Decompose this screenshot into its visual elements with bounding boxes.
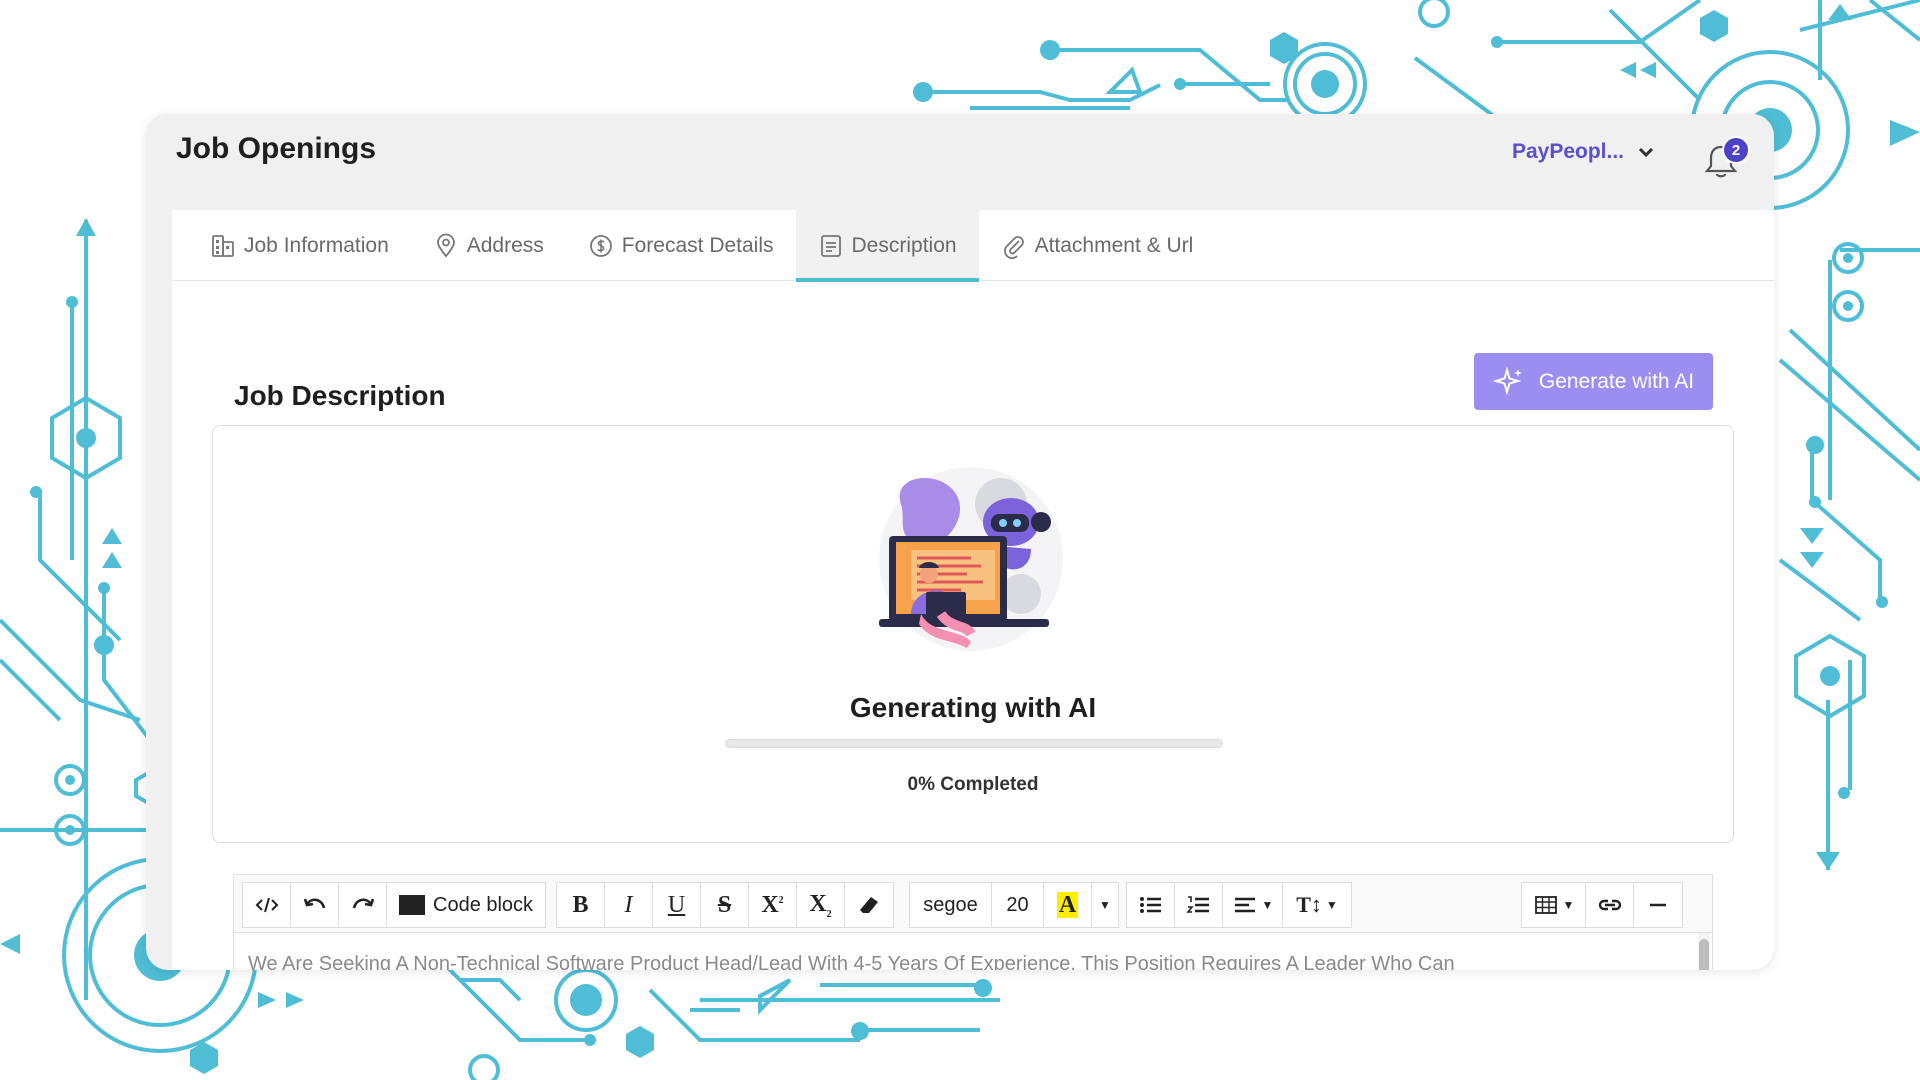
underline-icon: U (667, 891, 686, 918)
font-color-icon: A (1056, 892, 1079, 918)
robot-laptop-illustration (879, 467, 1063, 651)
page-title: Job Openings (176, 132, 377, 165)
font-color-dropdown[interactable]: ▼ (1092, 883, 1118, 927)
undo-button[interactable] (291, 883, 339, 927)
bold-button[interactable]: B (557, 883, 605, 927)
bullet-list-button[interactable] (1127, 883, 1175, 927)
building-icon (212, 234, 234, 257)
code-view-icon (255, 897, 278, 913)
horizontal-rule-icon (1650, 903, 1666, 907)
editor-toolbar: Code block B I U S X2 X2 segoe 20 A ▼ ▼ … (234, 875, 1712, 933)
tab-attachment-url[interactable]: Attachment & Url (979, 210, 1216, 281)
tab-address[interactable]: Address (411, 210, 566, 281)
align-select[interactable]: ▼ (1223, 883, 1283, 927)
table-icon (1534, 896, 1557, 914)
form-tabs: Job Information Address Forecast Details (172, 210, 1774, 282)
undo-icon (303, 898, 325, 909)
caret-down-icon: ▼ (1099, 898, 1111, 912)
toolbar-group-font: segoe 20 A ▼ (909, 882, 1119, 928)
tab-label: Forecast Details (621, 233, 774, 257)
organization-name: PayPeopl... (1511, 140, 1624, 163)
numbered-list-button[interactable] (1175, 883, 1223, 927)
progress-bar (725, 739, 1223, 748)
link-icon (1598, 899, 1621, 911)
underline-button[interactable]: U (653, 883, 701, 927)
bold-icon: B (572, 891, 589, 918)
section-title: Job Description (234, 380, 446, 411)
code-block-icon (399, 895, 425, 915)
numbered-list-icon (1185, 896, 1209, 913)
link-button[interactable] (1586, 883, 1634, 927)
progress-text: 0% Completed (907, 774, 1039, 795)
eraser-icon (860, 897, 878, 913)
table-button[interactable]: ▼ (1522, 883, 1586, 927)
font-family-value: segoe (923, 893, 978, 916)
generate-with-ai-button[interactable]: Generate with AI (1474, 353, 1713, 410)
font-size-select[interactable]: 20 (992, 883, 1044, 927)
tab-job-information[interactable]: Job Information (188, 210, 411, 281)
horizontal-rule-button[interactable] (1634, 883, 1682, 927)
align-left-icon (1234, 897, 1255, 913)
caret-down-icon: ▼ (1562, 898, 1575, 912)
notification-badge: 2 (1722, 136, 1750, 164)
generate-button-label: Generate with AI (1538, 369, 1695, 393)
line-height-select[interactable]: T↕ ▼ (1283, 883, 1351, 927)
notifications-button[interactable]: 2 (1704, 136, 1750, 180)
caret-down-icon: ▼ (1261, 898, 1274, 912)
rich-text-editor: Code block B I U S X2 X2 segoe 20 A ▼ ▼ … (233, 874, 1713, 970)
redo-icon (352, 898, 374, 909)
code-block-label: Code block (433, 893, 534, 916)
generating-title: Generating with AI (849, 692, 1097, 723)
tab-forecast-details[interactable]: Forecast Details (566, 210, 796, 281)
superscript-icon: X2 (761, 891, 784, 918)
tab-description[interactable]: Description (795, 210, 979, 282)
font-color-button[interactable]: A (1044, 883, 1092, 927)
editor-scrollbar[interactable] (1698, 933, 1710, 970)
location-pin-icon (436, 233, 455, 257)
strikethrough-button[interactable]: S (701, 883, 749, 927)
toolbar-group-insert: ▼ (1521, 882, 1683, 928)
organization-select[interactable]: PayPeopl... (1512, 140, 1656, 164)
tab-label: Job Information (244, 233, 389, 257)
subscript-button[interactable]: X2 (797, 883, 845, 927)
bullet-list-icon (1139, 897, 1161, 913)
editor-content[interactable]: We Are Seeking A Non-Technical Software … (248, 953, 1455, 970)
toolbar-group-format: B I U S X2 X2 (556, 882, 894, 928)
subscript-icon: X2 (809, 890, 832, 920)
italic-button[interactable]: I (605, 883, 653, 927)
tab-label: Address (466, 233, 544, 257)
text-size-icon: T↕ (1296, 892, 1322, 917)
code-block-button[interactable]: Code block (387, 883, 545, 927)
tab-label: Attachment & Url (1034, 233, 1194, 257)
chevron-down-icon (1638, 147, 1654, 158)
italic-icon: I (624, 891, 633, 918)
sparkle-icon (1492, 365, 1522, 396)
redo-button[interactable] (339, 883, 387, 927)
strikethrough-icon: S (717, 891, 732, 918)
toolbar-group-history: Code block (242, 882, 547, 928)
clear-format-button[interactable] (845, 883, 893, 927)
job-openings-window: Job Openings PayPeopl... 2 Job Informati… (146, 114, 1774, 970)
font-family-select[interactable]: segoe (910, 883, 992, 927)
document-icon (820, 234, 841, 257)
caret-down-icon: ▼ (1325, 898, 1338, 912)
ai-generation-box: Generating with AI 0% Completed (212, 425, 1734, 843)
toolbar-group-paragraph: ▼ T↕ ▼ (1126, 882, 1352, 928)
superscript-button[interactable]: X2 (749, 883, 797, 927)
font-size-value: 20 (1006, 893, 1029, 916)
tab-label: Description (851, 233, 957, 257)
job-form-panel: Job Information Address Forecast Details (172, 210, 1774, 970)
paperclip-icon (1003, 235, 1024, 259)
dollar-coin-icon (589, 234, 612, 257)
code-view-button[interactable] (243, 883, 291, 927)
scrollbar-thumb[interactable] (1699, 939, 1709, 970)
